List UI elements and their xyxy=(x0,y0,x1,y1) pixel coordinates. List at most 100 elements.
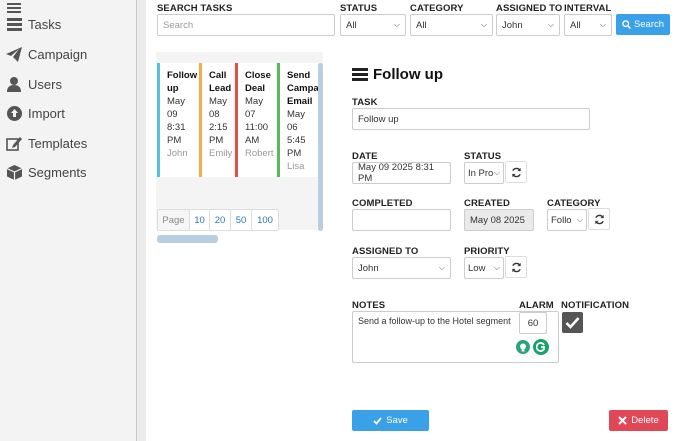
sidebar-item-label: Tasks xyxy=(28,16,62,32)
save-button-label: Save xyxy=(386,415,408,426)
notification-checkbox[interactable] xyxy=(562,312,583,333)
chevron-down-icon: ⌵ xyxy=(493,168,500,177)
priority-label: PRIORITY xyxy=(464,246,510,257)
task-card[interactable]: Follow up May 09 8:31 PM John xyxy=(157,63,198,177)
notes-label: NOTES xyxy=(352,300,386,311)
delete-button[interactable]: Delete xyxy=(609,410,668,431)
page-size-option[interactable]: 20 xyxy=(210,210,231,230)
tasks-icon xyxy=(352,67,368,81)
created-input: May 08 2025 xyxy=(464,209,534,231)
page-size-selector: Page 10 20 50 100 xyxy=(157,209,279,231)
task-label: TASK xyxy=(352,97,378,108)
grammarly-icon[interactable] xyxy=(533,339,549,355)
status-select[interactable]: In Pro ⌵ xyxy=(464,162,504,184)
chevron-down-icon: ⌵ xyxy=(576,215,583,224)
checkmark-icon xyxy=(565,317,580,329)
interval-filter-value: All xyxy=(570,19,581,31)
task-card-date: May 09 8:31 PM xyxy=(167,96,186,146)
sidebar-item-tasks[interactable]: Tasks xyxy=(0,10,136,38)
alarm-input[interactable]: 60 xyxy=(519,312,547,334)
vertical-scrollbar[interactable] xyxy=(318,63,323,231)
completed-label: COMPLETED xyxy=(352,198,413,209)
interval-filter-select[interactable]: All ⌵ xyxy=(564,14,612,36)
category-value: Follo xyxy=(551,214,572,226)
horizontal-scrollbar[interactable] xyxy=(157,235,218,243)
status-refresh-button[interactable] xyxy=(505,161,527,183)
status-label: STATUS xyxy=(464,151,502,162)
status-filter-value: All xyxy=(346,19,357,31)
task-card-title: Call Lead xyxy=(209,70,232,94)
page-label: Page xyxy=(158,210,190,230)
status-filter-label: STATUS xyxy=(340,3,378,14)
interval-filter-label: INTERVAL xyxy=(564,3,612,14)
alarm-label: ALARM xyxy=(519,300,554,311)
detail-heading: Follow up xyxy=(352,66,443,83)
refresh-icon xyxy=(511,167,521,177)
assigned-filter-label: ASSIGNED TO xyxy=(496,3,563,14)
category-select[interactable]: Follo ⌵ xyxy=(547,209,587,231)
task-card-user: Robert xyxy=(245,148,274,159)
priority-refresh-button[interactable] xyxy=(505,256,527,278)
search-tasks-label: SEARCH TASKS xyxy=(157,3,233,14)
chevron-down-icon: ⌵ xyxy=(438,263,445,272)
date-input[interactable]: May 09 2025 8:31 PM xyxy=(352,162,451,184)
sidebar-item-users[interactable]: Users xyxy=(0,70,136,98)
search-button[interactable]: Search xyxy=(616,14,670,35)
assigned-filter-value: John xyxy=(502,19,523,31)
search-input[interactable]: Search xyxy=(157,14,335,36)
sidebar: Tasks Campaign Users Import Templates Se… xyxy=(0,0,137,441)
category-filter-value: All xyxy=(416,19,427,31)
task-card-date: May 06 5:45 PM xyxy=(287,109,306,159)
task-card-date: May 08 2:15 PM xyxy=(209,96,228,146)
notification-label: NOTIFICATION xyxy=(561,300,630,311)
refresh-icon xyxy=(594,214,604,224)
task-card[interactable]: Send Campaign Email May 06 5:45 PM Lisa xyxy=(277,63,318,177)
bulb-icon[interactable] xyxy=(516,340,530,354)
tasks-icon xyxy=(6,16,22,32)
category-filter-select[interactable]: All ⌵ xyxy=(410,14,493,36)
task-card[interactable]: Close Deal May 07 11:00 AM Robert xyxy=(235,63,276,177)
priority-select[interactable]: Low ⌵ xyxy=(464,257,504,279)
edit-icon xyxy=(6,135,22,151)
save-button[interactable]: Save xyxy=(352,410,429,431)
category-filter-label: CATEGORY xyxy=(410,3,464,14)
completed-input[interactable] xyxy=(352,209,451,231)
sidebar-item-segments[interactable]: Segments xyxy=(0,158,136,186)
check-icon xyxy=(373,416,382,425)
assigned-to-select[interactable]: John ⌵ xyxy=(352,257,451,279)
sidebar-item-campaign[interactable]: Campaign xyxy=(0,40,136,68)
task-card-user: Emily xyxy=(209,148,233,159)
chevron-down-icon: ⌵ xyxy=(480,20,487,29)
task-card[interactable]: Call Lead May 08 2:15 PM Emily xyxy=(199,63,233,177)
sidebar-item-label: Templates xyxy=(28,135,88,151)
task-card-user: Lisa xyxy=(287,161,305,172)
cube-icon xyxy=(6,164,22,180)
paper-plane-icon xyxy=(6,46,22,62)
sidebar-item-label: Import xyxy=(28,105,65,121)
page-size-option[interactable]: 100 xyxy=(252,210,278,230)
sidebar-item-templates[interactable]: Templates xyxy=(0,129,136,157)
task-input[interactable]: Follow up xyxy=(352,108,590,130)
chevron-down-icon: ⌵ xyxy=(547,20,554,29)
priority-value: Low xyxy=(468,262,486,274)
task-card-title: Send Campaign Email xyxy=(287,70,318,107)
assigned-to-label: ASSIGNED TO xyxy=(352,246,419,257)
task-card-date: May 07 11:00 AM xyxy=(245,96,269,146)
chevron-down-icon: ⌵ xyxy=(393,20,400,29)
task-card-title: Follow up xyxy=(167,70,198,94)
date-label: DATE xyxy=(352,151,378,162)
sidebar-item-import[interactable]: Import xyxy=(0,99,136,127)
status-value: In Pro xyxy=(468,167,494,179)
notes-value: Send a follow-up to the Hotel segment xyxy=(358,316,511,326)
status-filter-select[interactable]: All ⌵ xyxy=(340,14,406,36)
created-label: CREATED xyxy=(464,198,510,209)
category-refresh-button[interactable] xyxy=(588,208,610,230)
page-size-option[interactable]: 10 xyxy=(190,210,210,230)
task-card-user: John xyxy=(167,148,188,159)
page-size-option[interactable]: 50 xyxy=(231,210,252,230)
upload-circle-icon xyxy=(6,105,22,121)
main-panel: SEARCH TASKS Search STATUS All ⌵ CATEGOR… xyxy=(146,0,700,441)
assigned-to-value: John xyxy=(358,262,379,274)
refresh-icon xyxy=(511,262,521,272)
assigned-filter-select[interactable]: John ⌵ xyxy=(496,14,560,36)
